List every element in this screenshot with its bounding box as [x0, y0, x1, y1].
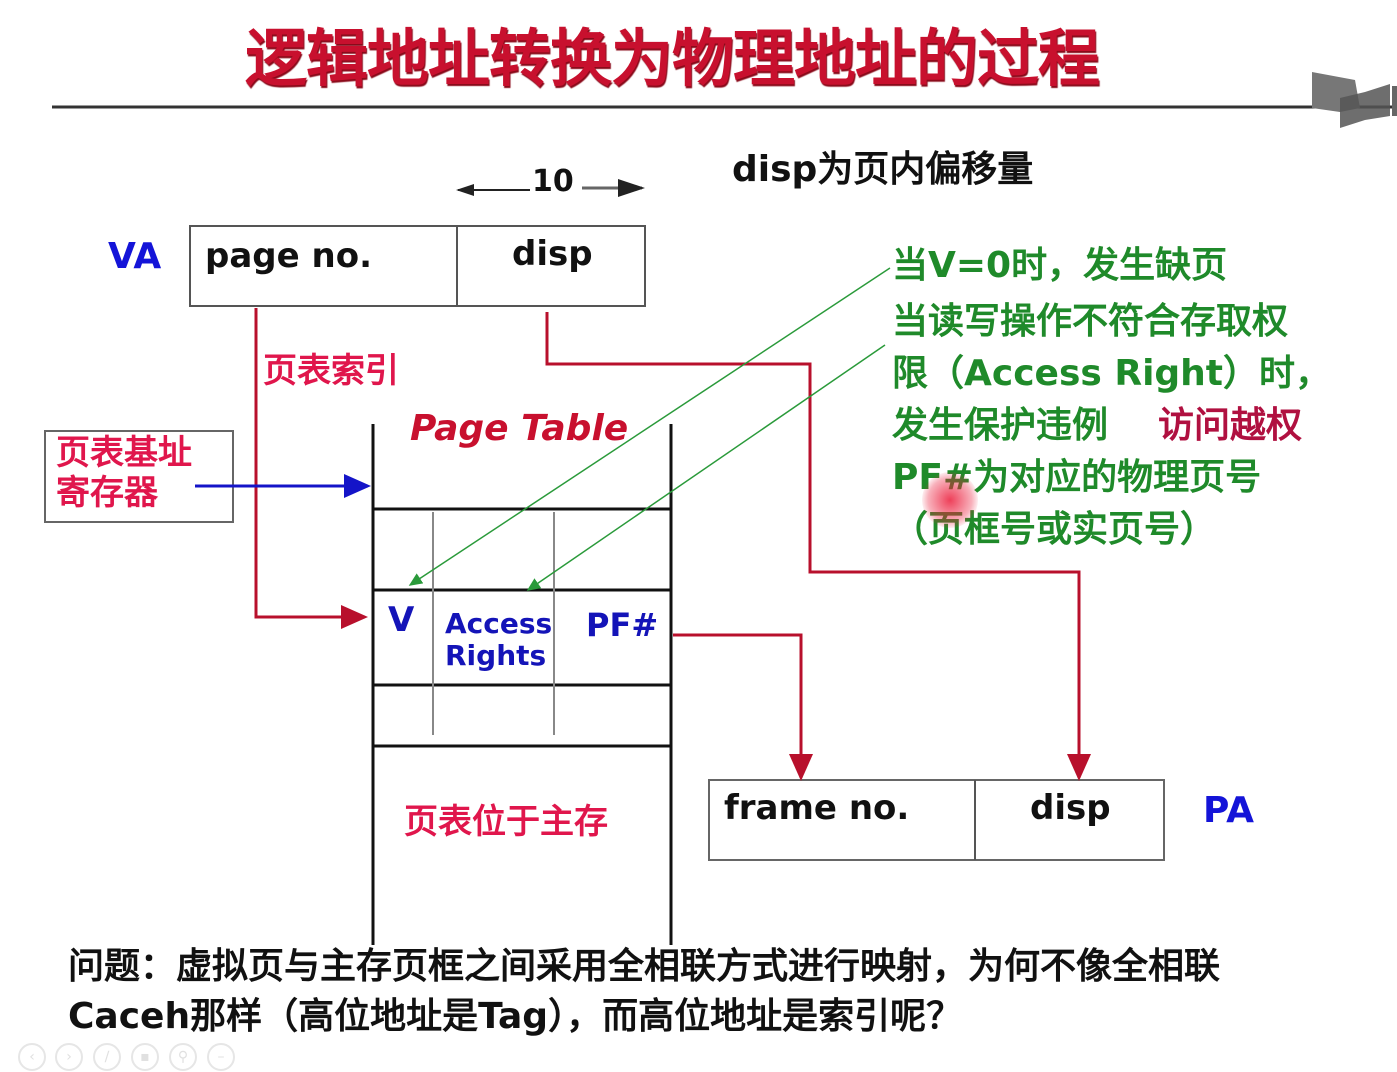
pf-to-frame-arrow [673, 633, 813, 781]
disp-note: disp为页内偏移量 [732, 149, 1034, 190]
ptbr-label-line-1: 页表基址 [56, 433, 192, 473]
pte-access-rights: Access Rights [445, 608, 552, 672]
protection-note-line-2: 限（Access Right）时， [892, 353, 1332, 394]
pa-frame-no-field: frame no. [724, 788, 910, 828]
pa-label: PA [1203, 790, 1254, 831]
ptbr-label: 页表基址 寄存器 [56, 433, 192, 513]
page-index-label: 页表索引 [263, 351, 399, 391]
pen-icon[interactable]: ∕ [93, 1043, 121, 1071]
protection-note: 当读写操作不符合存取权 限（Access Right）时， 发生保护违例 访问越权 [892, 296, 1331, 452]
prev-icon[interactable]: ‹ [18, 1043, 46, 1071]
access-note-pointer [526, 344, 886, 591]
va-label: VA [108, 236, 162, 277]
menu-icon[interactable]: ▪ [131, 1043, 159, 1071]
pte-frame-number: PF# [586, 606, 659, 644]
more-icon[interactable]: – [207, 1043, 235, 1071]
protection-note-line-1: 当读写操作不符合存取权 [892, 301, 1289, 342]
page-table-frame [371, 424, 673, 945]
laser-pointer [922, 472, 978, 528]
page-table-location-note: 页表位于主存 [404, 802, 608, 842]
pa-disp-field: disp [1030, 788, 1111, 828]
ptbr-label-line-2: 寄存器 [56, 473, 158, 513]
question-text: 问题：虚拟页与主存页框之间采用全相联方式进行映射，为何不像全相联 Caceh那样… [68, 942, 1368, 1042]
va-disp-field: disp [512, 234, 593, 274]
protection-tag: 访问越权 [1158, 405, 1303, 446]
disp-width-label: 10 [532, 164, 574, 199]
protection-note-line-3-text: 发生保护违例 [892, 405, 1109, 446]
zoom-icon[interactable]: ⚲ [169, 1043, 197, 1071]
pte-access-rights-line-1: Access [445, 607, 553, 640]
protection-note-line-3: 发生保护违例 访问越权 [892, 400, 1331, 452]
question-line-2: Caceh那样（高位地址是Tag），而高位地址是索引呢？ [68, 996, 963, 1037]
page-fault-note: 当V=0时，发生缺页 [892, 245, 1228, 286]
page-table-title: Page Table [410, 408, 629, 449]
pte-valid-bit: V [388, 600, 415, 640]
decor-book-icon [1312, 72, 1397, 128]
next-icon[interactable]: › [55, 1043, 83, 1071]
va-page-no-field: page no. [205, 236, 372, 276]
slide-title: 逻辑地址转换为物理地址的过程 [245, 22, 1100, 95]
pte-access-rights-line-2: Rights [445, 639, 547, 672]
question-line-1: 问题：虚拟页与主存页框之间采用全相联方式进行映射，为何不像全相联 [68, 946, 1221, 987]
